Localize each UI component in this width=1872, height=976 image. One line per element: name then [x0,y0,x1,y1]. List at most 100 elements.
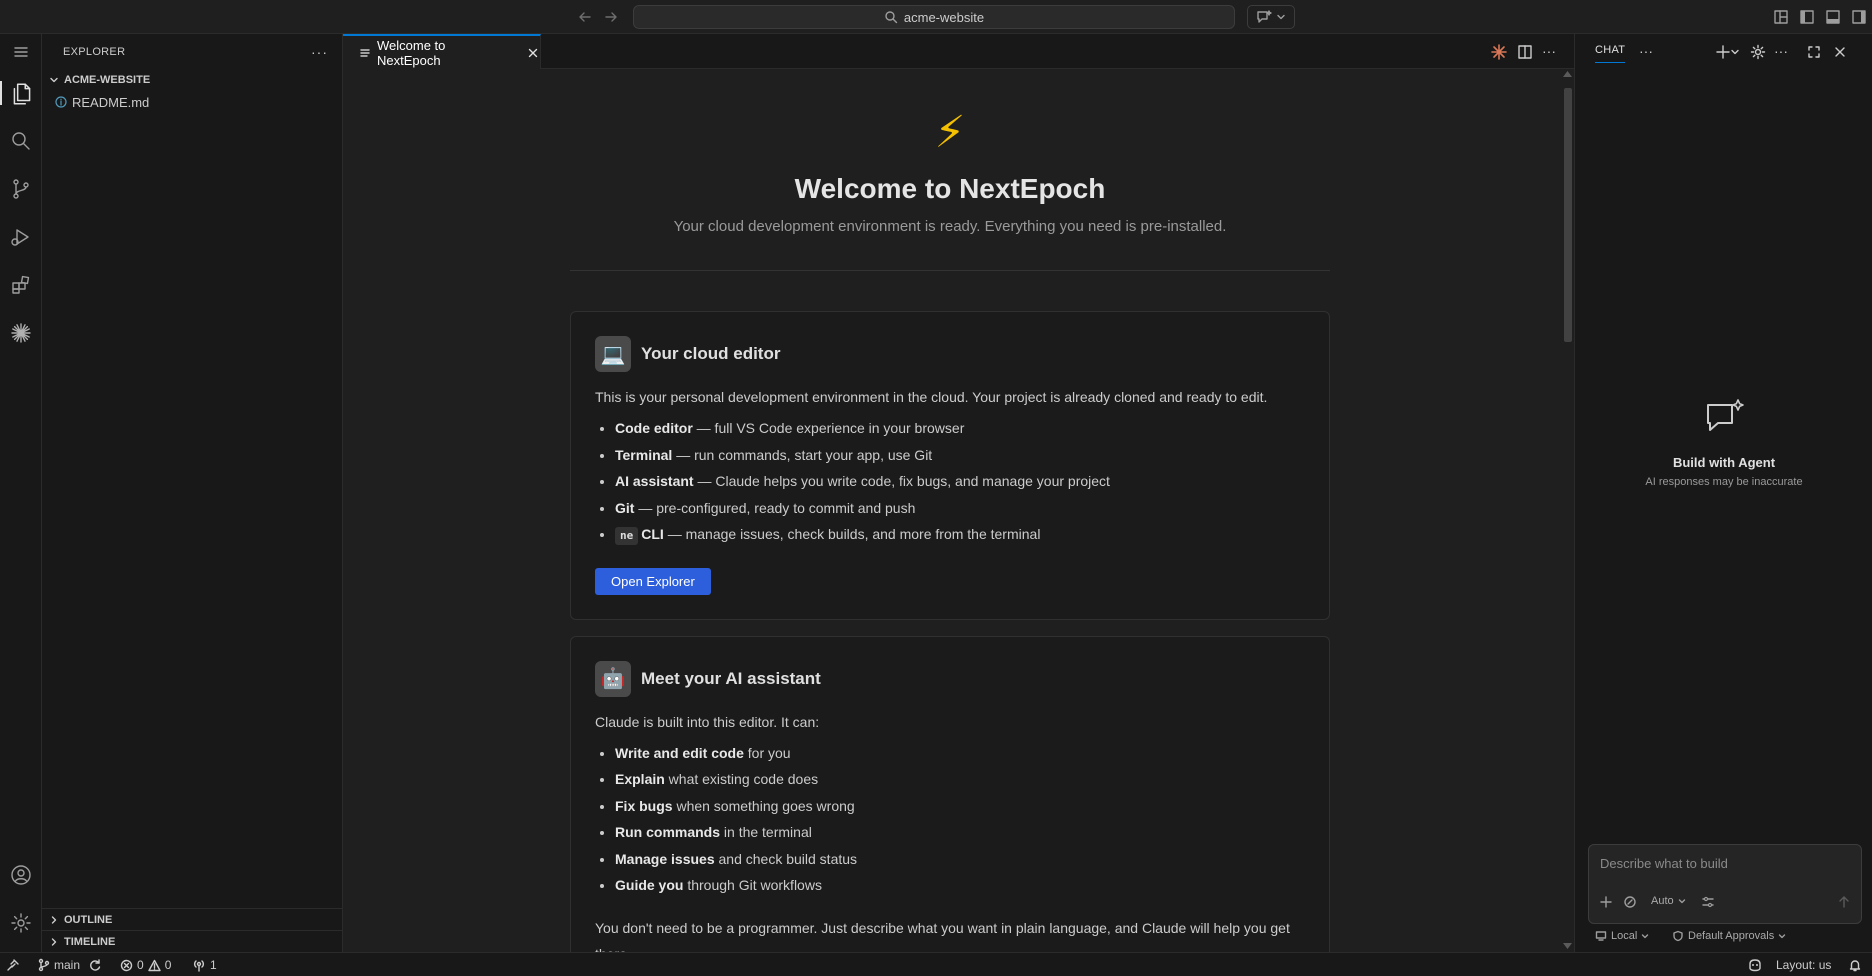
list-item: Guide you through Git workflows [615,872,1305,899]
outline-section[interactable]: OUTLINE [42,908,343,930]
ai-assistant-card: 🤖 Meet your AI assistant Claude is built… [570,635,1330,953]
claude-spark-icon[interactable] [1490,43,1508,61]
card-title: Meet your AI assistant [641,668,821,688]
timeline-section[interactable]: TIMELINE [42,930,343,952]
search-icon[interactable] [9,129,33,153]
card-title: Your cloud editor [641,344,781,363]
chat-sparkle-icon [1702,396,1746,440]
feature-list: Code editor — full VS Code experience in… [595,415,1305,548]
forward-arrow-icon[interactable] [602,8,620,26]
close-icon[interactable] [526,46,540,60]
error-count: 0 [137,958,144,972]
extensions-icon[interactable] [9,273,33,297]
tab-label: Welcome to NextEpoch [377,37,446,68]
ports-indicator[interactable]: 1 [192,957,217,973]
tools-icon[interactable] [1623,895,1637,909]
cloud-editor-card: 💻 Your cloud editor This is your persona… [570,311,1330,620]
timeline-label: TIMELINE [64,935,116,948]
account-icon[interactable] [9,863,33,887]
keyboard-layout[interactable]: Layout: us [1776,957,1831,973]
bell-icon[interactable] [1848,957,1862,973]
scroll-down-icon[interactable] [1563,943,1572,949]
empty-state-title: Build with Agent [1672,455,1776,470]
customize-layout-icon[interactable] [1772,8,1790,26]
toggle-primary-sidebar-icon[interactable] [1798,8,1816,26]
chevron-down-icon[interactable] [1730,43,1740,61]
list-item: Explain what existing code does [615,766,1305,793]
list-item: AI assistant — Claude helps you write co… [615,468,1305,495]
location-label: Local [1611,930,1638,942]
folder-root[interactable]: ACME-WEBSITE [42,69,342,91]
location-picker[interactable]: Local [1595,930,1649,942]
sync-icon[interactable] [88,957,102,973]
problems-indicator[interactable]: 0 0 [120,957,171,973]
scroll-up-icon[interactable] [1563,71,1572,77]
robot-icon: 🤖 [595,660,631,697]
split-editor-icon[interactable] [1516,43,1534,61]
card-intro: Claude is built into this editor. It can… [595,713,820,730]
chat-input-box[interactable]: Describe what to build Auto [1588,844,1862,924]
chevron-down-icon [1276,12,1286,22]
back-arrow-icon[interactable] [576,8,594,26]
chat-toolbar: Auto [1597,895,1853,913]
more-actions-icon[interactable]: ··· [1639,43,1657,61]
chevron-right-icon [48,914,60,926]
open-explorer-button[interactable]: Open Explorer [595,567,711,595]
source-control-icon[interactable] [9,177,33,201]
tab-welcome[interactable]: Welcome to NextEpoch [343,34,541,69]
lightning-icon: ⚡ [934,108,966,157]
run-debug-icon[interactable] [9,225,33,249]
settings-gear-icon[interactable] [9,911,33,935]
file-readme[interactable]: README.md [42,91,342,113]
command-center-search[interactable]: acme-website [633,5,1235,29]
remote-icon[interactable] [6,957,20,973]
warning-count: 0 [164,958,172,972]
list-item: Write and edit code for you [615,740,1305,767]
close-icon[interactable] [1831,43,1849,61]
claude-icon[interactable] [9,321,33,345]
chat-input-placeholder[interactable]: Describe what to build [1600,856,1728,871]
copilot-icon[interactable] [1747,957,1763,973]
activity-bar [0,34,42,952]
toggle-secondary-sidebar-icon[interactable] [1850,8,1868,26]
toggle-panel-icon[interactable] [1824,8,1842,26]
chat-footer: Local Default Approvals [1595,930,1865,948]
chevron-down-icon [1678,899,1685,904]
scrollbar-thumb[interactable] [1564,88,1572,342]
chat-panel: CHAT ··· ··· Build with Agent AI respons… [1574,34,1872,952]
explorer-icon[interactable] [0,81,42,105]
monitor-icon [1595,931,1607,941]
file-name: README.md [72,94,150,110]
editor-area: Welcome to NextEpoch ··· ⚡ Welcome to Ne… [343,34,1574,952]
card-outro: You don't need to be a programmer. Just … [595,919,1290,953]
page-title: Welcome to NextEpoch [794,173,1106,204]
agent-empty-state: Build with Agent AI responses may be ina… [1575,396,1872,488]
more-actions-icon[interactable]: ··· [1542,43,1560,61]
laptop-icon: 💻 [595,336,631,372]
branch-indicator[interactable]: main [38,957,80,973]
tab-bar: Welcome to NextEpoch ··· [343,34,1574,69]
scrollbar[interactable] [1561,69,1574,952]
chat-sparkle-icon [1256,9,1272,25]
send-arrow-icon[interactable] [1837,895,1851,909]
add-context-icon[interactable] [1599,895,1613,909]
capability-list: Write and edit code for you Explain what… [595,740,1305,899]
tab-chat[interactable]: CHAT [1595,44,1626,63]
sidebar-header: EXPLORER ··· [42,34,342,69]
git-branch-icon [38,958,50,972]
maximize-icon[interactable] [1805,43,1823,61]
search-icon [884,10,898,24]
settings-sliders-icon[interactable] [1701,895,1715,909]
welcome-page: ⚡ Welcome to NextEpoch Your cloud develo… [343,69,1561,952]
mode-picker[interactable]: Auto [1651,895,1686,907]
more-actions-icon[interactable]: ··· [311,44,328,60]
page-subtitle: Your cloud development environment is re… [673,218,1227,235]
chevron-down-icon [48,74,60,86]
card-intro: This is your personal development enviro… [595,389,1268,405]
gear-icon[interactable] [1749,43,1767,61]
menu-icon[interactable] [9,40,33,64]
more-actions-icon[interactable]: ··· [1774,43,1792,61]
chat-toggle-button[interactable] [1247,5,1295,29]
approvals-picker[interactable]: Default Approvals [1672,930,1786,942]
list-item: Fix bugs when something goes wrong [615,793,1305,820]
